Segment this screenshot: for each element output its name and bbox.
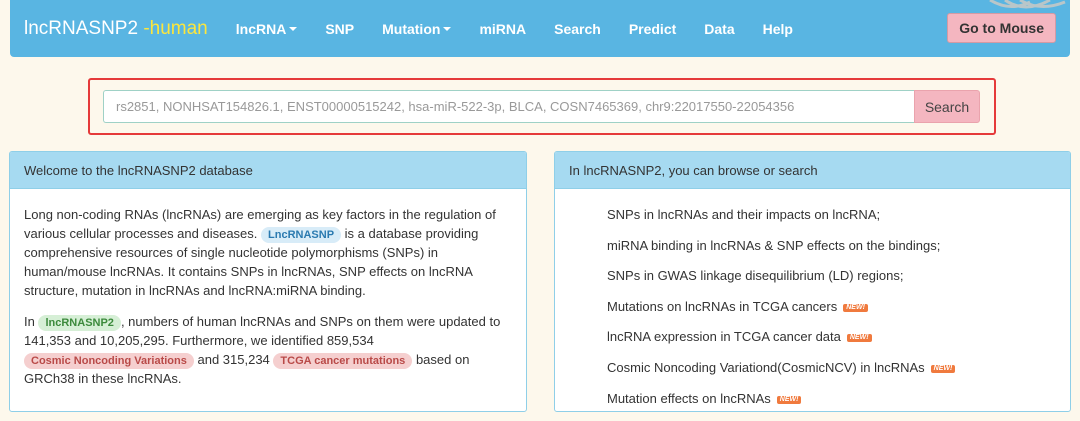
feature-list-item[interactable]: Mutation effects on lncRNAs NEW!: [607, 391, 1070, 411]
cosmic-noncoding-variations-tag[interactable]: Cosmic Noncoding Variations: [24, 353, 194, 369]
welcome-panel-body: Long non-coding RNAs (lncRNAs) are emerg…: [10, 189, 526, 388]
lncrnasnp2-tag[interactable]: lncRNASNP2: [38, 315, 121, 331]
tcga-cancer-mutations-tag[interactable]: TCGA cancer mutations: [273, 353, 413, 369]
browse-panel-heading: In lncRNASNP2, you can browse or search: [555, 152, 1070, 189]
new-badge: NEW!: [843, 303, 868, 312]
go-to-mouse-button[interactable]: Go to Mouse: [947, 13, 1056, 43]
lncrnasnp-tag[interactable]: LncRNASNP: [261, 227, 342, 243]
feature-list-item[interactable]: lncRNA expression in TCGA cancer data NEW…: [607, 329, 1070, 360]
browse-panel: In lncRNASNP2, you can browse or search …: [554, 151, 1071, 412]
feature-list-item[interactable]: Cosmic Noncoding Variationd(CosmicNCV) i…: [607, 360, 1070, 391]
nav-item-data[interactable]: Data: [690, 21, 748, 37]
search-button[interactable]: Search: [914, 90, 980, 123]
nav-item-help[interactable]: Help: [749, 21, 807, 37]
chevron-down-icon: [443, 26, 452, 31]
brand-main: lncRNASNP2: [24, 17, 139, 39]
header-decoration: [989, 0, 1066, 9]
new-badge: NEW!: [930, 364, 956, 373]
search-highlight-box: rs2851, NONHSAT154826.1, ENST00000515242…: [88, 78, 996, 135]
nav-item-mirna[interactable]: miRNA: [465, 21, 540, 37]
nav-item-mutation[interactable]: Mutation: [368, 21, 465, 37]
new-badge: NEW!: [776, 395, 802, 404]
feature-list-item[interactable]: Mutations on lncRNAs in TCGA cancers NEW!: [607, 299, 1070, 330]
feature-list-item[interactable]: miRNA binding in lncRNAs & SNP effects o…: [607, 238, 1070, 269]
nav-item-lncrna[interactable]: lncRNA: [222, 21, 312, 37]
feature-list-item[interactable]: SNPs in lncRNAs and their impacts on lnc…: [607, 207, 1070, 238]
feature-list-item[interactable]: SNPs in GWAS linkage disequilibrium (LD)…: [607, 268, 1070, 299]
new-badge: NEW!: [846, 334, 872, 343]
update-paragraph: In lncRNASNP2, numbers of human lncRNAs …: [24, 314, 501, 386]
search-input[interactable]: rs2851, NONHSAT154826.1, ENST00000515242…: [103, 90, 914, 123]
welcome-panel-heading: Welcome to the lncRNASNP2 database: [10, 152, 526, 189]
intro-paragraph: Long non-coding RNAs (lncRNAs) are emerg…: [24, 207, 496, 298]
nav-item-search[interactable]: Search: [540, 21, 615, 37]
site-logo[interactable]: lncRNASNP2 -human: [24, 18, 208, 40]
nav-menu: lncRNA SNP Mutation miRNA Search Predict…: [222, 21, 807, 37]
welcome-panel: Welcome to the lncRNASNP2 database Long …: [9, 151, 527, 412]
brand-sub: -human: [138, 17, 208, 39]
nav-item-predict[interactable]: Predict: [615, 21, 690, 37]
nav-item-snp[interactable]: SNP: [311, 21, 368, 37]
chevron-down-icon: [289, 26, 298, 31]
feature-list: SNPs in lncRNAs and their impacts on lnc…: [555, 189, 1070, 411]
